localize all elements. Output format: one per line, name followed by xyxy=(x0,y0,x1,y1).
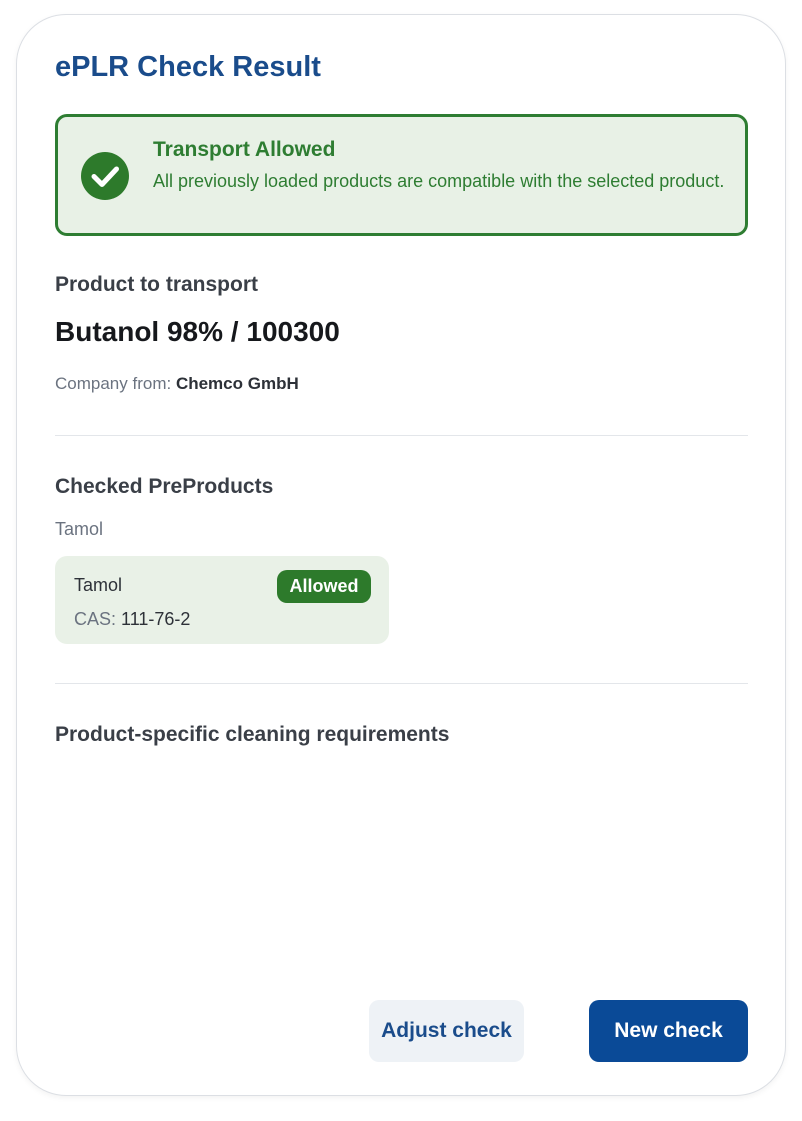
preproducts-heading: Checked PreProducts xyxy=(55,475,274,498)
result-card: ePLR Check Result Transport Allowed All … xyxy=(16,14,786,1096)
status-message: All previously loaded products are compa… xyxy=(153,171,725,191)
page-title: ePLR Check Result xyxy=(55,51,321,83)
company-label: Company from: xyxy=(55,374,172,393)
company-row: Company from: Chemco GmbH xyxy=(55,374,299,394)
preproduct-card: Tamol Allowed CAS: 111-76-2 xyxy=(55,556,389,644)
new-check-button[interactable]: New check xyxy=(589,1000,748,1062)
check-circle-icon xyxy=(81,152,129,200)
adjust-check-button[interactable]: Adjust check xyxy=(369,1000,524,1062)
divider xyxy=(55,435,748,436)
company-value: Chemco GmbH xyxy=(175,374,299,393)
preproduct-name: Tamol xyxy=(74,575,123,595)
status-banner: Transport Allowed All previously loaded … xyxy=(55,114,748,236)
cas-row: CAS: 111-76-2 xyxy=(74,609,190,630)
divider xyxy=(55,683,748,684)
status-title: Transport Allowed xyxy=(153,138,336,161)
cas-label: CAS: xyxy=(74,609,117,629)
cleaning-heading: Product-specific cleaning requirements xyxy=(55,723,450,746)
product-heading: Product to transport xyxy=(55,273,258,296)
preproducts-group-label: Tamol xyxy=(55,519,104,539)
cas-value: 111-76-2 xyxy=(121,609,191,629)
product-name: Butanol 98% / 100300 xyxy=(55,316,340,347)
status-badge: Allowed xyxy=(277,570,371,603)
